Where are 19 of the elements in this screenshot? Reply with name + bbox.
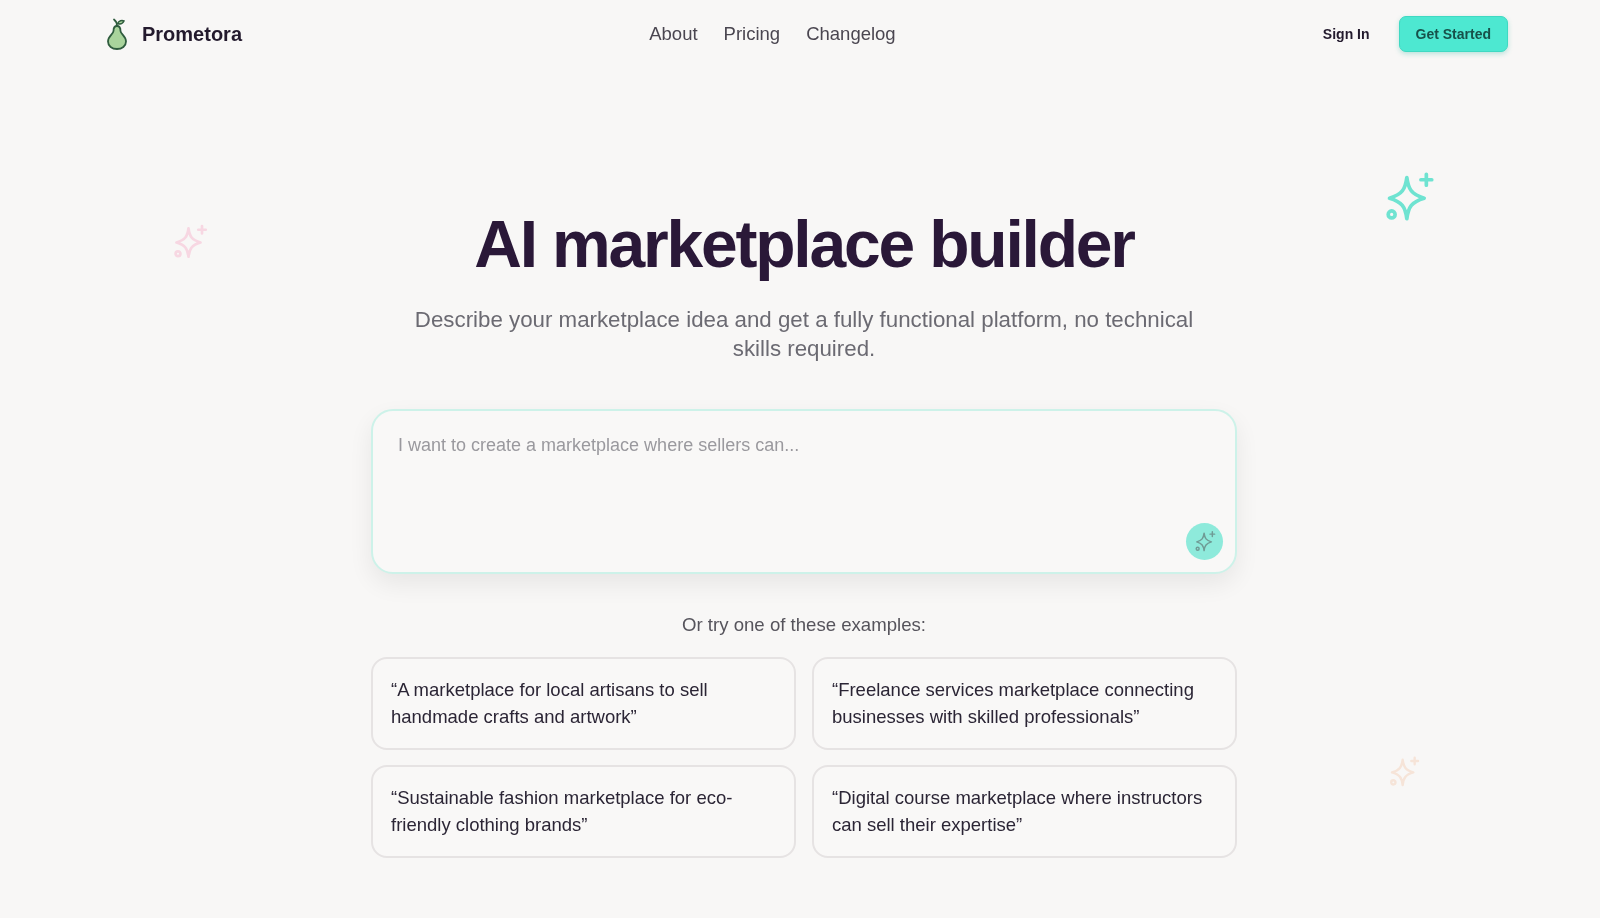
example-card[interactable]: “Freelance services marketplace connecting businesses with skilled professionals” — [812, 656, 1237, 750]
example-card[interactable]: “Digital course marketplace where instructors can sell their expertise” — [812, 764, 1237, 858]
sign-in-link[interactable]: Sign In — [1322, 26, 1370, 42]
pear-icon — [106, 18, 128, 50]
sparkle-icon — [1383, 170, 1435, 222]
get-started-button[interactable]: Get Started — [1398, 16, 1508, 52]
brand-name: Prometora — [142, 22, 243, 46]
prompt-field[interactable]: I want to create a marketplace where sellers can... — [371, 408, 1237, 574]
sparkle-icon — [171, 223, 209, 259]
nav-link[interactable]: Pricing — [723, 23, 781, 45]
nav-link[interactable]: Changelog — [806, 23, 896, 45]
sparkle-icon — [1193, 530, 1216, 553]
example-card[interactable]: “Sustainable fashion marketplace for eco-friendly clothing brands” — [371, 764, 796, 858]
hero-subtitle: Describe your marketplace idea and get a fully functional platform, no technical skills required. — [413, 305, 1195, 363]
nav-link[interactable]: About — [649, 23, 698, 45]
hero-title: AI marketplace builder — [474, 208, 1134, 281]
sparkle-icon — [1388, 755, 1420, 787]
example-card[interactable]: “A marketplace for local artisans to sell handmade crafts and artwork” — [371, 656, 796, 750]
examples-heading: Or try one of these examples: — [682, 613, 926, 636]
